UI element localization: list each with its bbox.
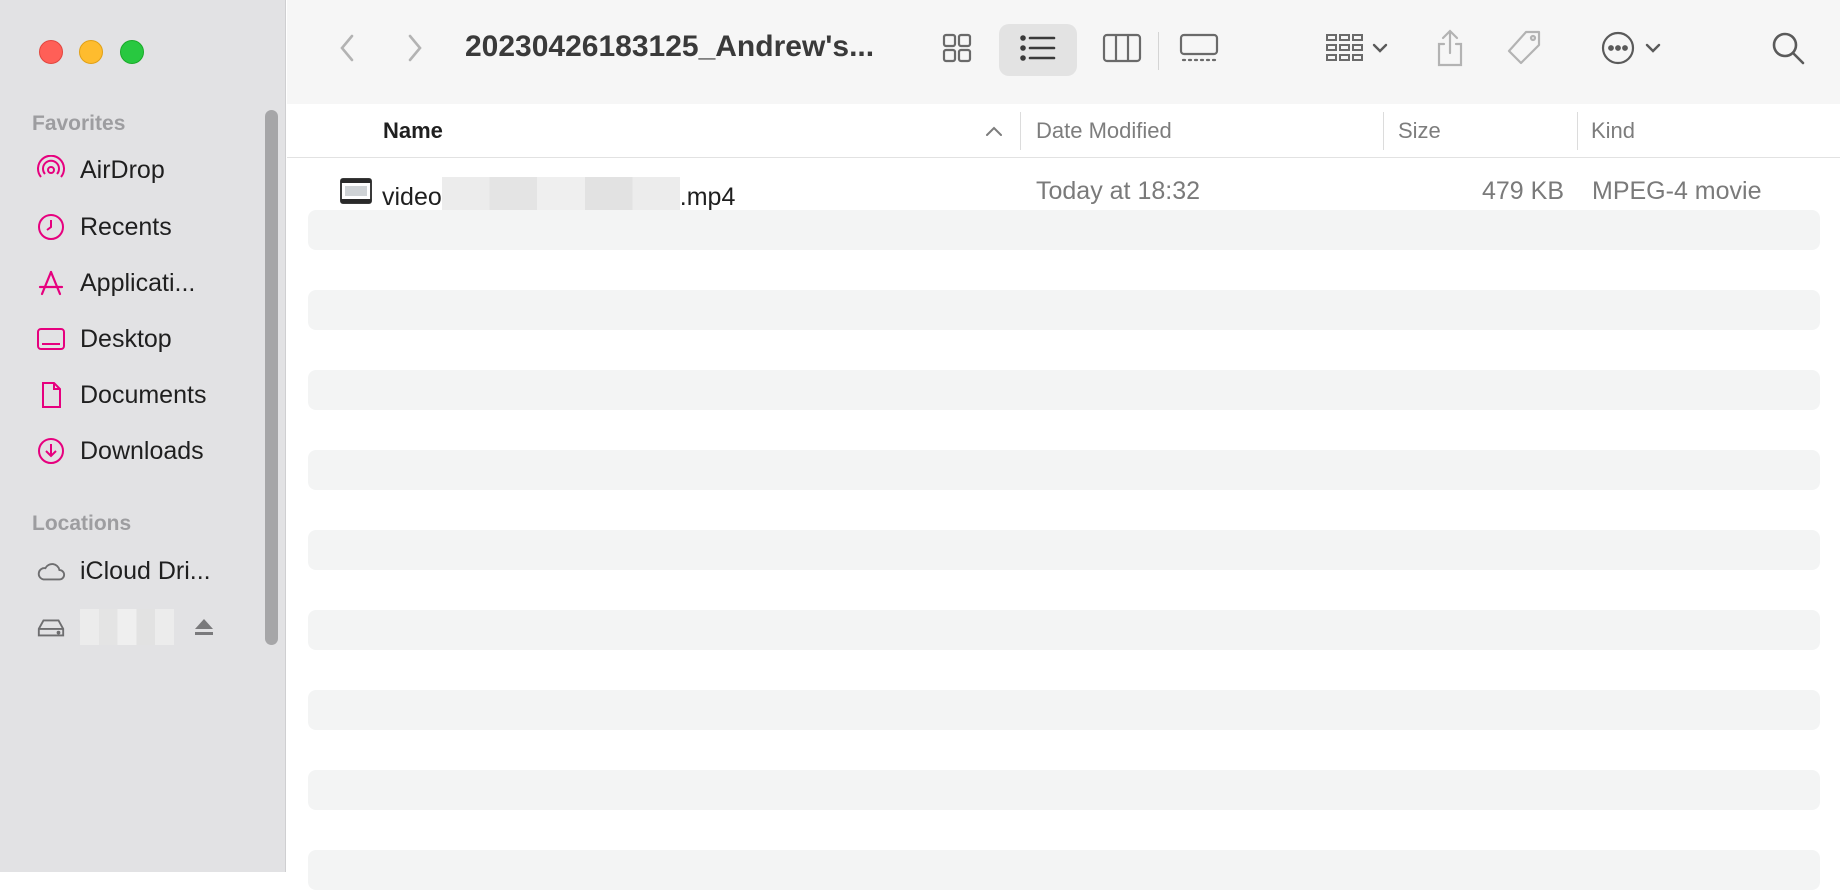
table-row[interactable]: video .mp4 Today at 18:32 479 KB MPEG-4 m… (308, 170, 1820, 217)
sort-ascending-icon[interactable] (984, 124, 1004, 143)
empty-row (308, 290, 1820, 330)
column-view-button[interactable] (1095, 24, 1149, 76)
columns-icon (1102, 32, 1142, 69)
airdrop-icon (36, 155, 66, 185)
sidebar-item-label: Downloads (80, 436, 204, 465)
empty-row (308, 530, 1820, 570)
sidebar: Favorites AirDrop Recents Applicati... D… (0, 0, 286, 872)
sidebar-item-icloud-drive[interactable]: iCloud Dri... (36, 551, 266, 591)
group-by-button[interactable] (1317, 24, 1397, 76)
cloud-icon (36, 556, 66, 586)
zoom-window-button[interactable] (120, 40, 144, 64)
chevron-down-icon (1644, 41, 1662, 60)
sidebar-item-label: AirDrop (80, 155, 165, 184)
toolbar-divider (1158, 32, 1159, 70)
sidebar-item-label: iCloud Dri... (80, 556, 211, 585)
share-button[interactable] (1427, 24, 1473, 76)
column-header-name[interactable]: Name (383, 118, 443, 144)
close-window-button[interactable] (39, 40, 63, 64)
list-column-header: Name Date Modified Size Kind (287, 104, 1840, 158)
gallery-icon (1179, 32, 1219, 69)
chevron-left-icon (337, 32, 357, 69)
window-title: 20230426183125_Andrew's... (465, 30, 875, 63)
column-header-date-modified[interactable]: Date Modified (1036, 118, 1172, 144)
desktop-icon (36, 324, 66, 354)
sidebar-item-airdrop[interactable]: AirDrop (36, 150, 266, 190)
more-actions-button[interactable] (1592, 24, 1670, 76)
icon-view-button[interactable] (930, 24, 984, 76)
favorites-heading: Favorites (32, 112, 126, 135)
empty-row (308, 450, 1820, 490)
empty-row (308, 370, 1820, 410)
sidebar-item-label: Recents (80, 212, 172, 241)
toolbar: 20230426183125_Andrew's... (287, 0, 1840, 105)
document-icon (36, 380, 66, 410)
sidebar-scrollbar[interactable] (265, 110, 278, 645)
file-kind: MPEG-4 movie (1592, 177, 1762, 205)
empty-row (308, 770, 1820, 810)
group-grid-icon (1325, 32, 1365, 69)
search-button[interactable] (1765, 24, 1811, 76)
sidebar-item-label: Desktop (80, 324, 172, 353)
redacted-drive-name (80, 609, 174, 645)
eject-icon[interactable] (192, 615, 216, 644)
chevron-down-icon (1371, 41, 1389, 60)
search-icon (1770, 30, 1806, 71)
empty-row (308, 210, 1820, 250)
ellipsis-circle-icon (1600, 30, 1636, 71)
column-divider[interactable] (1020, 112, 1021, 150)
tag-button[interactable] (1499, 24, 1549, 76)
gallery-view-button[interactable] (1169, 24, 1229, 76)
sidebar-item-applications[interactable]: Applicati... (36, 263, 266, 303)
empty-row (308, 610, 1820, 650)
sidebar-item-documents[interactable]: Documents (36, 375, 266, 415)
sidebar-item-desktop[interactable]: Desktop (36, 319, 266, 359)
share-icon (1434, 28, 1466, 73)
empty-row (308, 690, 1820, 730)
applications-icon (36, 268, 66, 298)
sidebar-item-label: Documents (80, 380, 207, 409)
sidebar-item-recents[interactable]: Recents (36, 207, 266, 247)
video-file-icon (340, 178, 372, 209)
file-size: 479 KB (1481, 177, 1564, 205)
minimize-window-button[interactable] (79, 40, 103, 64)
sidebar-item-label: Applicati... (80, 268, 196, 297)
locations-heading: Locations (32, 512, 132, 535)
file-name-prefix: video (382, 183, 442, 211)
column-divider[interactable] (1577, 112, 1578, 150)
chevron-right-icon (405, 32, 425, 69)
clock-icon (36, 212, 66, 242)
tag-icon (1504, 28, 1544, 73)
file-date-modified: Today at 18:32 (1036, 177, 1201, 205)
list-view-button[interactable] (999, 24, 1077, 76)
download-icon (36, 436, 66, 466)
file-name-suffix: .mp4 (679, 183, 736, 211)
empty-row (308, 850, 1820, 890)
sidebar-item-external-drive[interactable] (36, 607, 266, 647)
back-button[interactable] (329, 24, 365, 76)
column-header-kind[interactable]: Kind (1591, 118, 1635, 144)
forward-button[interactable] (397, 24, 433, 76)
sidebar-item-downloads[interactable]: Downloads (36, 431, 266, 471)
column-header-size[interactable]: Size (1398, 118, 1441, 144)
column-divider[interactable] (1383, 112, 1384, 150)
list-icon (1020, 34, 1056, 67)
drive-icon (36, 612, 66, 642)
grid-icon (941, 32, 973, 69)
